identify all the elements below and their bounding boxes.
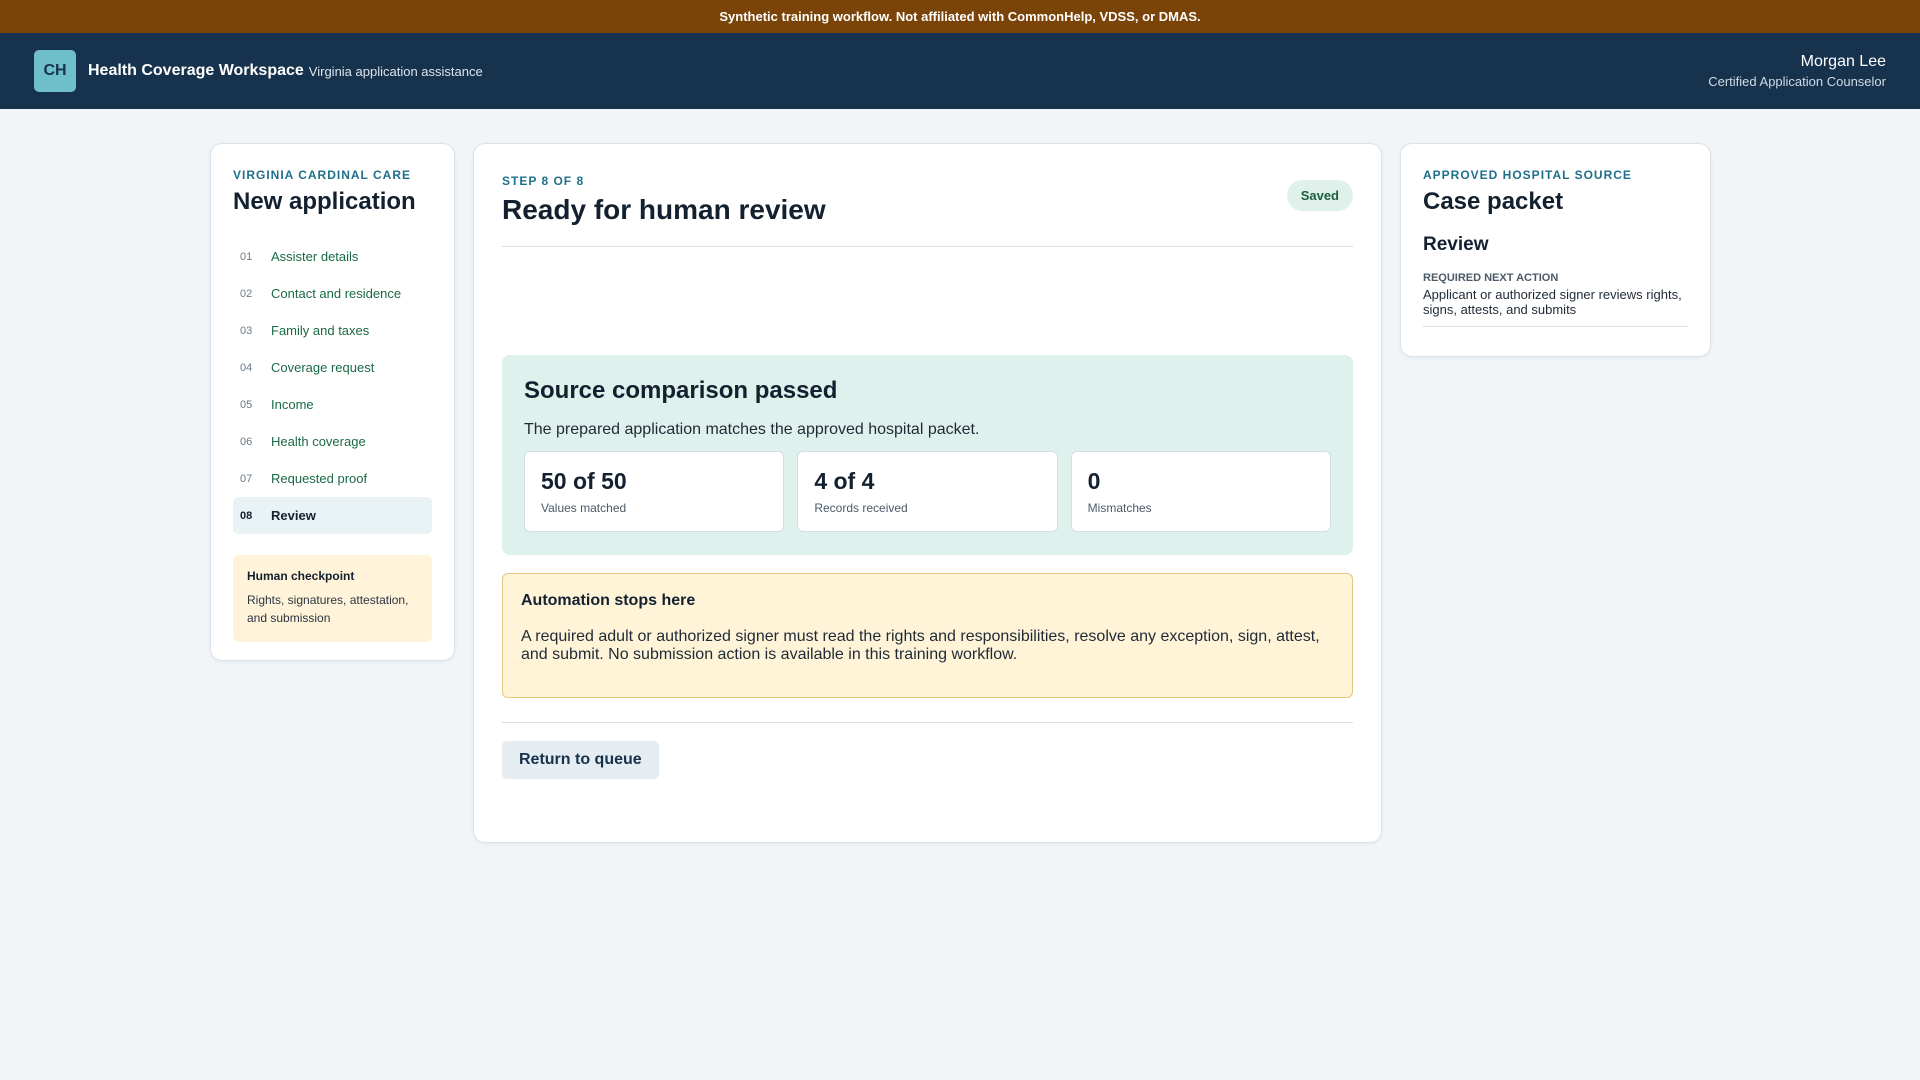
step-item-health-coverage[interactable]: 06 Health coverage	[233, 423, 432, 460]
step-indicator: STEP 8 OF 8	[502, 174, 585, 188]
next-action-text: Applicant or authorized signer reviews r…	[1423, 287, 1688, 327]
next-action-label: Required next action	[1423, 272, 1559, 284]
saved-badge: Saved	[1286, 180, 1353, 211]
return-to-queue-button[interactable]: Return to queue	[502, 740, 659, 779]
stat-value: 50 of 50	[541, 468, 627, 494]
step-number: 08	[240, 509, 253, 522]
step-label: Family and taxes	[271, 323, 370, 338]
case-packet-title: Case packet	[1423, 188, 1564, 215]
step-label: Contact and residence	[271, 286, 402, 301]
stat-value: 4 of 4	[814, 468, 875, 494]
case-packet-panel: Approved hospital source Case packet Rev…	[1400, 143, 1711, 357]
user-name: Morgan Lee	[1800, 53, 1886, 70]
automation-stops-notice: Automation stops here A required adult o…	[502, 573, 1353, 698]
step-item-requested-proof[interactable]: 07 Requested proof	[233, 460, 432, 497]
footer-divider	[502, 721, 1353, 723]
step-label: Requested proof	[271, 471, 368, 486]
stat-label: Records received	[814, 501, 908, 515]
step-item-review[interactable]: 08 Review	[233, 497, 432, 534]
step-item-income[interactable]: 05 Income	[233, 386, 432, 423]
stat-card-records-received: 4 of 4 Records received	[797, 451, 1058, 532]
checkpoint-title: Human checkpoint	[247, 569, 355, 583]
comparison-text: The prepared application matches the app…	[524, 421, 980, 438]
stat-card-values-matched: 50 of 50 Values matched	[524, 451, 785, 532]
notice-text: A required adult or authorized signer mu…	[521, 628, 1320, 664]
user-info: Morgan Lee Certified Application Counsel…	[1708, 53, 1886, 89]
brand: CH Health Coverage Workspace Virginia ap…	[34, 50, 483, 92]
comparison-title: Source comparison passed	[524, 377, 838, 404]
step-item-assister-details[interactable]: 01 Assister details	[233, 238, 432, 275]
stat-label: Mismatches	[1087, 501, 1152, 515]
review-panel: STEP 8 OF 8 Ready for human review Saved…	[473, 143, 1382, 843]
user-role: Certified Application Counselor	[1708, 74, 1886, 89]
human-checkpoint-callout: Human checkpoint Rights, signatures, att…	[233, 555, 432, 642]
comparison-stats: 50 of 50 Values matched 4 of 4 Records r…	[524, 451, 1331, 532]
sidebar-title: New application	[233, 188, 416, 215]
step-label: Income	[271, 397, 314, 412]
step-number: 07	[240, 472, 253, 485]
app-subtitle: Virginia application assistance	[308, 63, 483, 79]
source-comparison-panel: Source comparison passed The prepared ap…	[502, 355, 1353, 555]
checkpoint-text: Rights, signatures, attestation, and sub…	[247, 593, 409, 625]
application-sidebar: Virginia Cardinal Care New application 0…	[210, 143, 455, 661]
app-logo: CH	[34, 50, 76, 92]
case-packet-eyebrow: Approved hospital source	[1423, 168, 1632, 182]
step-nav: 01 Assister details 02 Contact and resid…	[233, 238, 432, 534]
step-label: Health coverage	[271, 434, 366, 449]
step-label: Coverage request	[271, 360, 375, 375]
step-number: 06	[240, 435, 253, 448]
stat-label: Values matched	[541, 501, 627, 515]
step-item-contact-residence[interactable]: 02 Contact and residence	[233, 275, 432, 312]
stat-card-mismatches: 0 Mismatches	[1070, 451, 1331, 532]
review-header: STEP 8 OF 8 Ready for human review Saved	[502, 174, 1353, 226]
page-title: Ready for human review	[502, 194, 826, 225]
header-divider	[502, 246, 1353, 247]
notice-title: Automation stops here	[521, 592, 696, 609]
step-number: 04	[240, 361, 253, 374]
step-label: Assister details	[271, 249, 359, 264]
step-number: 05	[240, 398, 253, 411]
sidebar-eyebrow: Virginia Cardinal Care	[233, 168, 412, 182]
step-label: Review	[271, 508, 316, 523]
app-title: Health Coverage Workspace	[88, 62, 304, 79]
training-banner: Synthetic training workflow. Not affilia…	[0, 0, 1920, 33]
step-number: 01	[240, 250, 253, 263]
stat-value: 0	[1087, 468, 1101, 494]
step-number: 03	[240, 324, 253, 337]
step-number: 02	[240, 287, 253, 300]
step-item-family-taxes[interactable]: 03 Family and taxes	[233, 312, 432, 349]
step-item-coverage-request[interactable]: 04 Coverage request	[233, 349, 432, 386]
banner-text: Synthetic training workflow. Not affilia…	[719, 9, 1201, 24]
case-packet-subtitle: Review	[1423, 234, 1489, 255]
top-bar: CH Health Coverage Workspace Virginia ap…	[0, 33, 1920, 109]
